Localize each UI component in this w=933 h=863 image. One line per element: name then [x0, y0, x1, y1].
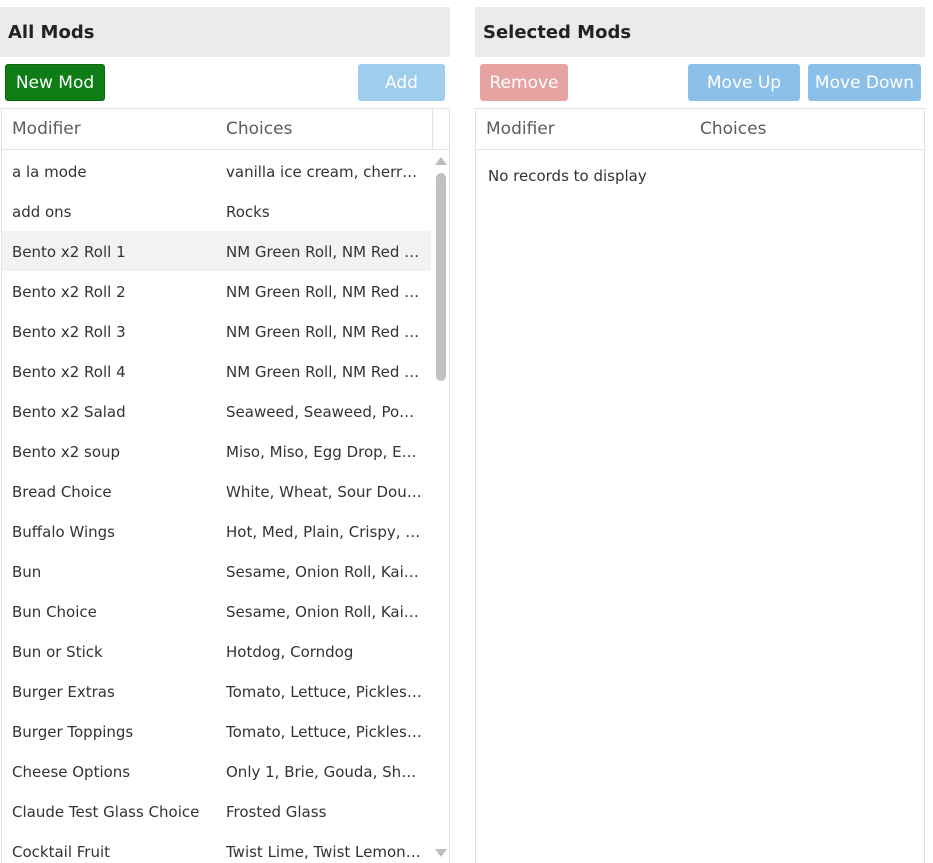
all-mods-title: All Mods: [0, 7, 450, 57]
scroll-up-arrow-icon[interactable]: [435, 157, 447, 165]
cell-modifier: Cheese Options: [12, 763, 131, 781]
cell-modifier: Bun or Stick: [12, 643, 103, 661]
table-row[interactable]: Bento x2 Salad Seaweed, Seaweed, Poke, Po…: [2, 391, 431, 431]
cell-modifier: Bento x2 Roll 2: [12, 283, 126, 301]
table-row[interactable]: Bento x2 soup Miso, Miso, Egg Drop, Egg D…: [2, 431, 431, 471]
cell-modifier: Burger Extras: [12, 683, 115, 701]
table-row[interactable]: Burger Extras Tomato, Lettuce, Pickles, O…: [2, 671, 431, 711]
table-row[interactable]: Cheese Options Only 1, Brie, Gouda, Sharp: [2, 751, 431, 791]
cell-modifier: Bun: [12, 563, 42, 581]
move-up-button[interactable]: Move Up: [688, 64, 800, 101]
cell-modifier: Bento x2 Roll 1: [12, 243, 126, 261]
scroll-down-arrow-icon[interactable]: [435, 849, 447, 857]
table-row[interactable]: Bun or Stick Hotdog, Corndog: [2, 631, 431, 671]
cell-modifier: Burger Toppings: [12, 723, 134, 741]
table-row[interactable]: add ons Rocks: [2, 191, 431, 231]
cell-choices: White, Wheat, Sour Dough, Rye: [226, 483, 422, 501]
cell-choices: Only 1, Brie, Gouda, Sharp: [226, 763, 422, 781]
table-row[interactable]: Bento x2 Roll 1 NM Green Roll, NM Red Rol…: [2, 231, 431, 271]
cell-choices: Sesame, Onion Roll, Kaiser: [226, 563, 422, 581]
cell-modifier: add ons: [12, 203, 72, 221]
cell-choices: Hot, Med, Plain, Crispy, Sauce: [226, 523, 422, 541]
cell-choices: NM Green Roll, NM Red Roll: [226, 363, 422, 381]
all-mods-grid: Modifier Choices a la mode vanilla ice cr…: [1, 108, 450, 863]
cell-modifier: Bento x2 soup: [12, 443, 121, 461]
add-button[interactable]: Add: [358, 64, 445, 101]
cell-choices: vanilla ice cream, cherry sauce: [226, 163, 422, 181]
cell-choices: Twist Lime, Twist Lemon, Cherry: [226, 843, 422, 861]
cell-choices: Seaweed, Seaweed, Poke, Poke: [226, 403, 422, 421]
selected-mods-panel: Selected Mods Remove Move Up Move Down M…: [475, 7, 925, 863]
table-row[interactable]: Claude Test Glass Choice Frosted Glass: [2, 791, 431, 831]
table-row[interactable]: Bread Choice White, Wheat, Sour Dough, Ry…: [2, 471, 431, 511]
table-row[interactable]: Bun Sesame, Onion Roll, Kaiser: [2, 551, 431, 591]
column-header-modifier[interactable]: Modifier: [486, 119, 555, 139]
cell-modifier: Buffalo Wings: [12, 523, 115, 541]
cell-modifier: a la mode: [12, 163, 87, 181]
selected-mods-toolbar: Remove Move Up Move Down: [475, 57, 925, 108]
table-row[interactable]: Burger Toppings Tomato, Lettuce, Pickles,…: [2, 711, 431, 751]
cell-choices: NM Green Roll, NM Red Roll: [226, 283, 422, 301]
scrollbar-thumb[interactable]: [436, 173, 446, 381]
move-down-button[interactable]: Move Down: [808, 64, 921, 101]
all-mods-toolbar: New Mod Add: [0, 57, 450, 108]
table-row[interactable]: a la mode vanilla ice cream, cherry sauce: [2, 151, 431, 191]
all-mods-rows: a la mode vanilla ice cream, cherry sauce…: [2, 151, 431, 863]
empty-message: No records to display: [488, 167, 647, 185]
new-mod-button[interactable]: New Mod: [5, 64, 105, 101]
selected-mods-grid: Modifier Choices No records to display: [475, 108, 925, 863]
cell-modifier: Bun Choice: [12, 603, 97, 621]
cell-modifier: Bento x2 Roll 4: [12, 363, 126, 381]
all-mods-panel: All Mods New Mod Add Modifier Choices a …: [0, 7, 450, 863]
table-row[interactable]: Buffalo Wings Hot, Med, Plain, Crispy, Sa…: [2, 511, 431, 551]
cell-choices: Tomato, Lettuce, Pickles, Onion: [226, 723, 422, 741]
table-row[interactable]: Cocktail Fruit Twist Lime, Twist Lemon, C…: [2, 831, 431, 863]
table-row[interactable]: Bento x2 Roll 2 NM Green Roll, NM Red Rol…: [2, 271, 431, 311]
remove-button[interactable]: Remove: [480, 64, 568, 101]
cell-modifier: Bread Choice: [12, 483, 112, 501]
all-mods-grid-header: Modifier Choices: [2, 109, 449, 150]
column-header-choices[interactable]: Choices: [226, 119, 292, 139]
selected-mods-grid-header: Modifier Choices: [476, 109, 924, 150]
vertical-scrollbar[interactable]: [432, 151, 449, 863]
cell-choices: Tomato, Lettuce, Pickles, Onion: [226, 683, 422, 701]
cell-choices: Sesame, Onion Roll, Kaiser: [226, 603, 422, 621]
table-row[interactable]: Bun Choice Sesame, Onion Roll, Kaiser: [2, 591, 431, 631]
table-row[interactable]: Bento x2 Roll 4 NM Green Roll, NM Red Rol…: [2, 351, 431, 391]
cell-modifier: Bento x2 Roll 3: [12, 323, 126, 341]
column-header-choices[interactable]: Choices: [700, 119, 766, 139]
selected-mods-title: Selected Mods: [475, 7, 925, 57]
header-divider: [432, 109, 433, 149]
cell-choices: Miso, Miso, Egg Drop, Egg Drop: [226, 443, 422, 461]
cell-modifier: Claude Test Glass Choice: [12, 803, 200, 821]
cell-choices: Hotdog, Corndog: [226, 643, 354, 661]
cell-modifier: Cocktail Fruit: [12, 843, 111, 861]
column-header-modifier[interactable]: Modifier: [12, 119, 81, 139]
table-row[interactable]: Bento x2 Roll 3 NM Green Roll, NM Red Rol…: [2, 311, 431, 351]
cell-choices: NM Green Roll, NM Red Roll: [226, 323, 422, 341]
cell-modifier: Bento x2 Salad: [12, 403, 126, 421]
cell-choices: Rocks: [226, 203, 270, 221]
cell-choices: NM Green Roll, NM Red Roll: [226, 243, 422, 261]
cell-choices: Frosted Glass: [226, 803, 327, 821]
